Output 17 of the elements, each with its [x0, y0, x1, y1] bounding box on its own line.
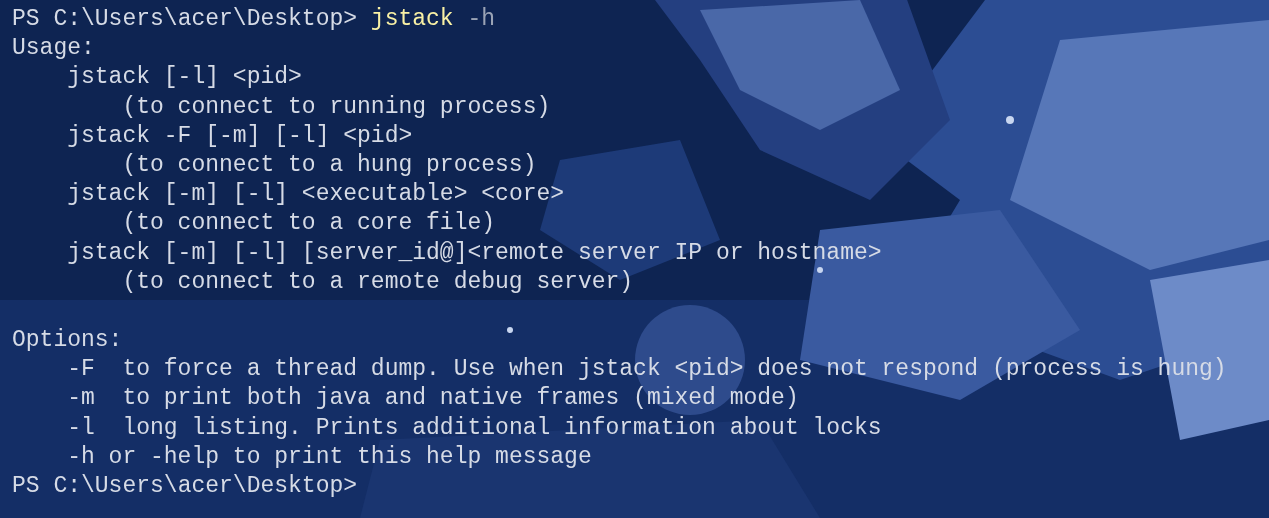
output-line: jstack -F [-m] [-l] <pid>: [67, 122, 413, 149]
output-line: jstack [-m] [-l] [server_id@]<remote server IP or hostname>: [67, 239, 882, 266]
output-line: (to connect to a core file): [122, 210, 496, 237]
output-line: -h or -help to print this help message: [67, 443, 592, 470]
output-line: jstack [-l] <pid>: [67, 64, 302, 91]
output-line: (to connect to a remote debug server): [122, 268, 634, 295]
output-line: (to connect to running process): [122, 93, 551, 120]
output-line: (to connect to a hung process): [122, 151, 537, 178]
command-text: jstack: [370, 6, 454, 32]
argument-text: -h: [467, 6, 496, 32]
prompt-text: PS C:\Users\acer\Desktop>: [12, 6, 358, 32]
output-line: -m to print both java and native frames (mixed mode): [67, 385, 799, 412]
output-line: Options:: [12, 327, 123, 354]
prompt-text: PS C:\Users\acer\Desktop>: [12, 473, 358, 499]
output-line: Usage:: [12, 35, 95, 62]
output-line: -l long listing. Prints additional information about locks: [67, 414, 882, 441]
output-line: jstack [-m] [-l] <executable> <core>: [67, 181, 565, 208]
